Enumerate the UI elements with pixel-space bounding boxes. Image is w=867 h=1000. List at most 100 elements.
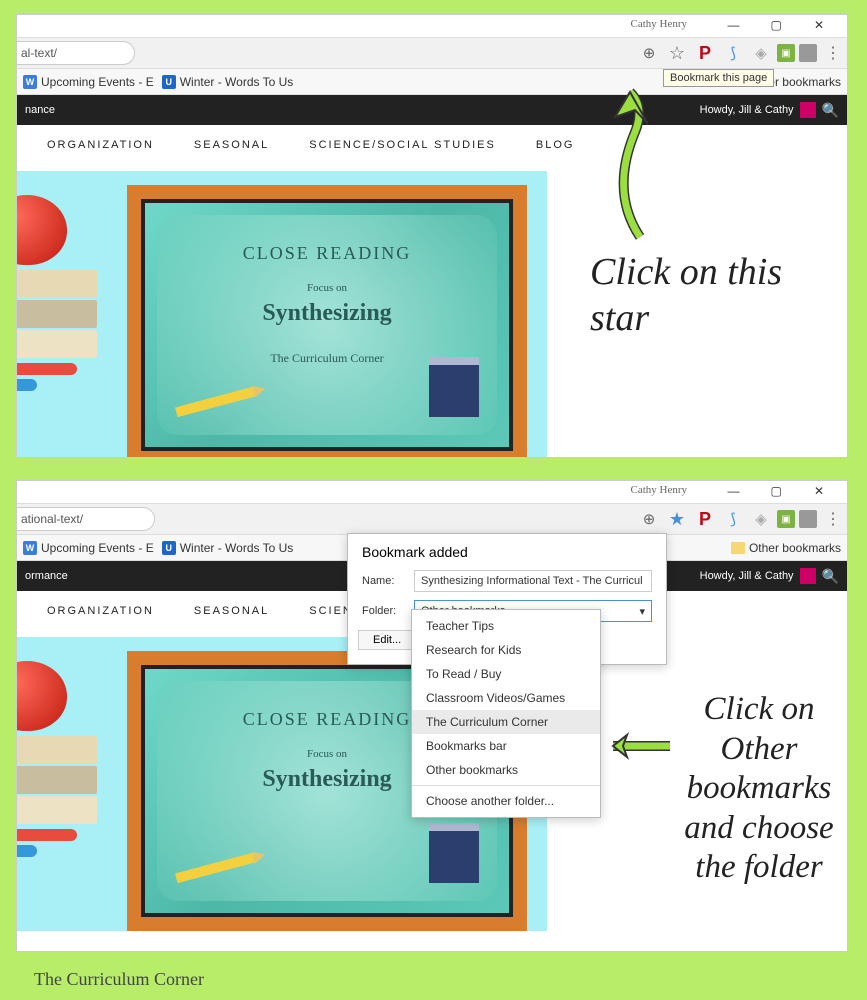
poster-title: CLOSE READING xyxy=(243,243,412,264)
notebook-image xyxy=(429,823,479,883)
other-bookmarks-link[interactable]: Other bookmarks xyxy=(731,541,841,555)
dropdown-item[interactable]: To Read / Buy xyxy=(412,662,600,686)
search-icon[interactable]: 🔍 xyxy=(822,568,839,585)
close-button[interactable] xyxy=(799,481,839,501)
avatar-icon[interactable] xyxy=(800,568,816,584)
nav-science[interactable]: SCIENCE/SOCIAL STUDIES xyxy=(309,139,496,151)
admin-greeting[interactable]: Howdy, Jill & Cathy xyxy=(700,104,794,116)
folder-icon xyxy=(731,542,745,554)
dropdown-item[interactable]: Bookmarks bar xyxy=(412,734,600,758)
address-bar-row: ★ P ⟆ ◈ ▣ ⋮ xyxy=(17,503,847,535)
minimize-button[interactable] xyxy=(713,15,753,35)
edit-button[interactable]: Edit... xyxy=(358,630,416,650)
avatar-icon[interactable] xyxy=(800,102,816,118)
favicon-w-icon: W xyxy=(23,75,37,89)
nav-blog[interactable]: BLOG xyxy=(536,139,575,151)
bookmark-item[interactable]: UWinter - Words To Us xyxy=(162,541,294,555)
dropbox-icon[interactable]: ◈ xyxy=(749,507,773,531)
poster-frame: CLOSE READING Focus on Synthesizing The … xyxy=(127,185,527,458)
bookmark-item[interactable]: UWinter - Words To Us xyxy=(162,75,294,89)
zoom-icon[interactable] xyxy=(637,507,661,531)
close-button[interactable] xyxy=(799,15,839,35)
admin-bar-left: ormance xyxy=(25,570,68,582)
bird-extension-icon[interactable]: ⟆ xyxy=(721,41,745,65)
admin-bar-left: nance xyxy=(25,104,55,116)
annotation-arrow-up xyxy=(590,82,680,252)
dropbox-icon[interactable]: ◈ xyxy=(749,41,773,65)
dropdown-item[interactable]: Classroom Videos/Games xyxy=(412,686,600,710)
apple-image xyxy=(17,661,67,731)
search-icon[interactable]: 🔍 xyxy=(822,102,839,119)
apple-image xyxy=(17,195,67,265)
book-image xyxy=(17,300,97,328)
admin-greeting[interactable]: Howdy, Jill & Cathy xyxy=(700,570,794,582)
folder-dropdown: Teacher Tips Research for Kids To Read /… xyxy=(411,609,601,818)
poster-word: Synthesizing xyxy=(262,766,391,793)
favicon-w-icon: W xyxy=(23,541,37,555)
pinterest-icon[interactable]: P xyxy=(693,41,717,65)
bookmark-tooltip: Bookmark this page xyxy=(663,69,774,87)
poster-word: Synthesizing xyxy=(262,300,391,327)
annotation-text-bottom: Click on Other bookmarks and choose the … xyxy=(664,690,854,888)
popup-title: Bookmark added xyxy=(362,544,652,560)
bookmark-item[interactable]: WUpcoming Events - E xyxy=(23,75,154,89)
window-titlebar: Cathy Henry xyxy=(17,15,847,37)
poster-title: CLOSE READING xyxy=(243,709,412,730)
book-image xyxy=(17,766,97,794)
minimize-button[interactable] xyxy=(713,481,753,501)
dropdown-item[interactable]: Teacher Tips xyxy=(412,614,600,638)
poster-subtitle: Focus on xyxy=(307,282,347,294)
pinterest-icon[interactable]: P xyxy=(693,507,717,531)
bookmark-star-icon-filled[interactable]: ★ xyxy=(665,507,689,531)
maximize-button[interactable] xyxy=(756,15,796,35)
book-image xyxy=(17,796,97,824)
book-image xyxy=(17,330,97,358)
grey-extension-icon[interactable] xyxy=(799,510,817,528)
window-titlebar: Cathy Henry xyxy=(17,481,847,503)
favicon-u-icon: U xyxy=(162,541,176,555)
name-label: Name: xyxy=(362,575,406,587)
bookmark-item[interactable]: WUpcoming Events - E xyxy=(23,541,154,555)
window-username: Cathy Henry xyxy=(630,18,687,30)
marker-image xyxy=(17,845,37,857)
bird-extension-icon[interactable]: ⟆ xyxy=(721,507,745,531)
dropdown-item-highlighted[interactable]: The Curriculum Corner xyxy=(412,710,600,734)
menu-dots-icon[interactable]: ⋮ xyxy=(821,507,845,531)
marker-image xyxy=(17,363,77,375)
dropdown-item[interactable]: Research for Kids xyxy=(412,638,600,662)
menu-dots-icon[interactable]: ⋮ xyxy=(821,41,845,65)
annotation-arrow-left xyxy=(595,731,675,761)
poster-brand: The Curriculum Corner xyxy=(270,351,383,366)
green-extension-icon[interactable]: ▣ xyxy=(777,510,795,528)
marker-image xyxy=(17,379,37,391)
nav-seasonal[interactable]: SEASONAL xyxy=(194,139,269,151)
url-input[interactable] xyxy=(16,41,135,65)
bookmark-name-input[interactable] xyxy=(414,570,652,592)
wp-admin-bar: nance Howdy, Jill & Cathy 🔍 xyxy=(17,95,847,125)
favicon-u-icon: U xyxy=(162,75,176,89)
book-image xyxy=(17,736,97,764)
nav-organization[interactable]: ORGANIZATION xyxy=(47,605,154,617)
annotation-text-top: Click on this star xyxy=(590,250,820,341)
folder-label: Folder: xyxy=(362,605,406,617)
site-nav: ORGANIZATION SEASONAL SCIENCE/SOCIAL STU… xyxy=(17,125,847,165)
green-extension-icon[interactable]: ▣ xyxy=(777,44,795,62)
screenshot-top: Cathy Henry ☆ P ⟆ ◈ ▣ ⋮ Bookmark this pa… xyxy=(16,14,848,458)
marker-image xyxy=(17,829,77,841)
grey-extension-icon[interactable] xyxy=(799,44,817,62)
dropdown-choose-another[interactable]: Choose another folder... xyxy=(412,789,600,813)
nav-organization[interactable]: ORGANIZATION xyxy=(47,139,154,151)
zoom-icon[interactable] xyxy=(637,41,661,65)
window-username: Cathy Henry xyxy=(630,484,687,496)
maximize-button[interactable] xyxy=(756,481,796,501)
book-image xyxy=(17,270,97,298)
url-input[interactable] xyxy=(16,507,155,531)
dropdown-item[interactable]: Other bookmarks xyxy=(412,758,600,782)
poster-subtitle: Focus on xyxy=(307,748,347,760)
credit-text: The Curriculum Corner xyxy=(34,969,204,990)
nav-seasonal[interactable]: SEASONAL xyxy=(194,605,269,617)
notebook-image xyxy=(429,357,479,417)
address-bar-row: ☆ P ⟆ ◈ ▣ ⋮ xyxy=(17,37,847,69)
chevron-down-icon: ▾ xyxy=(639,605,645,618)
bookmark-star-icon[interactable]: ☆ xyxy=(665,41,689,65)
